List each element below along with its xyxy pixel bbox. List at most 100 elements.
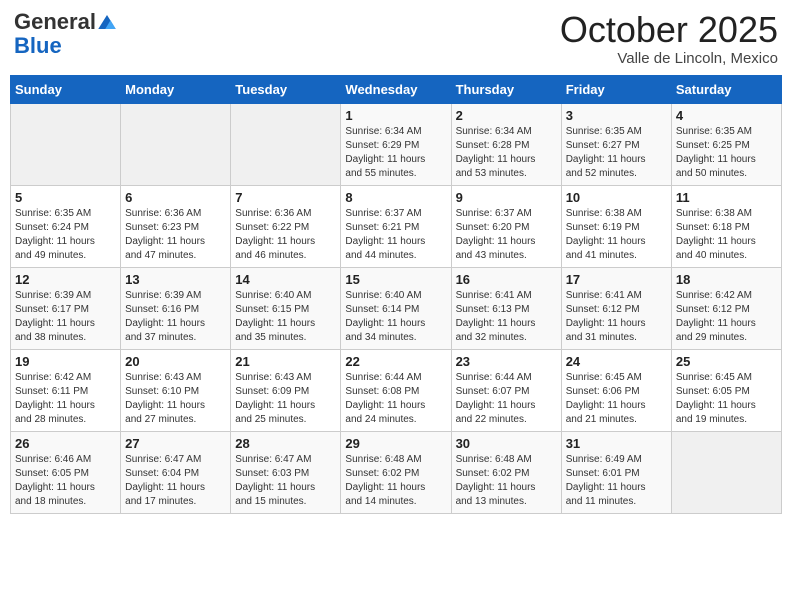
calendar-week-4: 19 Sunrise: 6:42 AM Sunset: 6:11 PM Dayli… (11, 349, 782, 431)
calendar-cell: 23 Sunrise: 6:44 AM Sunset: 6:07 PM Dayli… (451, 349, 561, 431)
calendar-cell: 30 Sunrise: 6:48 AM Sunset: 6:02 PM Dayli… (451, 431, 561, 513)
day-number: 5 (15, 190, 116, 205)
logo-blue: Blue (14, 34, 116, 58)
day-number: 20 (125, 354, 226, 369)
header-cell-tuesday: Tuesday (231, 75, 341, 103)
calendar-cell: 3Sunrise: 6:35 AM Sunset: 6:27 PM Daylig… (561, 103, 671, 185)
day-number: 19 (15, 354, 116, 369)
day-info: Sunrise: 6:40 AM Sunset: 6:14 PM Dayligh… (345, 289, 446, 345)
day-number: 16 (456, 272, 557, 287)
calendar-table: SundayMondayTuesdayWednesdayThursdayFrid… (10, 75, 782, 514)
day-number: 7 (235, 190, 336, 205)
day-number: 4 (676, 108, 777, 123)
day-number: 3 (566, 108, 667, 123)
day-number: 25 (676, 354, 777, 369)
calendar-cell: 25Sunrise: 6:45 AM Sunset: 6:05 PM Dayli… (671, 349, 781, 431)
page-header: General Blue October 2025 Valle de Linco… (10, 10, 782, 67)
calendar-cell: 5 Sunrise: 6:35 AM Sunset: 6:24 PM Daylig… (11, 185, 121, 267)
calendar-cell (11, 103, 121, 185)
day-info: Sunrise: 6:48 AM Sunset: 6:02 PM Dayligh… (456, 453, 557, 509)
day-info: Sunrise: 6:34 AM Sunset: 6:28 PM Dayligh… (456, 125, 557, 181)
day-number: 1 (345, 108, 446, 123)
day-number: 6 (125, 190, 226, 205)
day-info: Sunrise: 6:37 AM Sunset: 6:21 PM Dayligh… (345, 207, 446, 263)
day-info: Sunrise: 6:40 AM Sunset: 6:15 PM Dayligh… (235, 289, 336, 345)
calendar-cell: 15 Sunrise: 6:40 AM Sunset: 6:14 PM Dayli… (341, 267, 451, 349)
calendar-cell: 21Sunrise: 6:43 AM Sunset: 6:09 PM Dayli… (231, 349, 341, 431)
day-number: 26 (15, 436, 116, 451)
calendar-cell: 20 Sunrise: 6:43 AM Sunset: 6:10 PM Dayli… (121, 349, 231, 431)
calendar-cell: 4 Sunrise: 6:35 AM Sunset: 6:25 PM Daylig… (671, 103, 781, 185)
calendar-cell: 31 Sunrise: 6:49 AM Sunset: 6:01 PM Dayli… (561, 431, 671, 513)
logo: General Blue (14, 10, 116, 58)
day-info: Sunrise: 6:46 AM Sunset: 6:05 PM Dayligh… (15, 453, 116, 509)
day-number: 12 (15, 272, 116, 287)
day-number: 28 (235, 436, 336, 451)
day-info: Sunrise: 6:49 AM Sunset: 6:01 PM Dayligh… (566, 453, 667, 509)
calendar-cell: 11Sunrise: 6:38 AM Sunset: 6:18 PM Dayli… (671, 185, 781, 267)
calendar-cell: 1Sunrise: 6:34 AM Sunset: 6:29 PM Daylig… (341, 103, 451, 185)
day-info: Sunrise: 6:36 AM Sunset: 6:23 PM Dayligh… (125, 207, 226, 263)
day-number: 27 (125, 436, 226, 451)
day-info: Sunrise: 6:36 AM Sunset: 6:22 PM Dayligh… (235, 207, 336, 263)
calendar-cell: 16 Sunrise: 6:41 AM Sunset: 6:13 PM Dayli… (451, 267, 561, 349)
location: Valle de Lincoln, Mexico (560, 50, 778, 67)
day-info: Sunrise: 6:47 AM Sunset: 6:04 PM Dayligh… (125, 453, 226, 509)
day-number: 22 (345, 354, 446, 369)
day-number: 17 (566, 272, 667, 287)
header-cell-wednesday: Wednesday (341, 75, 451, 103)
calendar-week-3: 12Sunrise: 6:39 AM Sunset: 6:17 PM Dayli… (11, 267, 782, 349)
day-info: Sunrise: 6:38 AM Sunset: 6:19 PM Dayligh… (566, 207, 667, 263)
calendar-cell (121, 103, 231, 185)
day-info: Sunrise: 6:37 AM Sunset: 6:20 PM Dayligh… (456, 207, 557, 263)
header-cell-saturday: Saturday (671, 75, 781, 103)
day-info: Sunrise: 6:44 AM Sunset: 6:08 PM Dayligh… (345, 371, 446, 427)
calendar-cell: 10 Sunrise: 6:38 AM Sunset: 6:19 PM Dayli… (561, 185, 671, 267)
calendar-cell: 8 Sunrise: 6:37 AM Sunset: 6:21 PM Daylig… (341, 185, 451, 267)
calendar-cell (671, 431, 781, 513)
day-info: Sunrise: 6:42 AM Sunset: 6:12 PM Dayligh… (676, 289, 777, 345)
day-number: 30 (456, 436, 557, 451)
title-block: October 2025 Valle de Lincoln, Mexico (560, 10, 778, 67)
day-number: 10 (566, 190, 667, 205)
calendar-cell: 14 Sunrise: 6:40 AM Sunset: 6:15 PM Dayli… (231, 267, 341, 349)
calendar-cell: 29Sunrise: 6:48 AM Sunset: 6:02 PM Dayli… (341, 431, 451, 513)
calendar-cell: 27 Sunrise: 6:47 AM Sunset: 6:04 PM Dayli… (121, 431, 231, 513)
day-number: 13 (125, 272, 226, 287)
calendar-cell: 17 Sunrise: 6:41 AM Sunset: 6:12 PM Dayli… (561, 267, 671, 349)
day-number: 15 (345, 272, 446, 287)
day-info: Sunrise: 6:41 AM Sunset: 6:13 PM Dayligh… (456, 289, 557, 345)
day-info: Sunrise: 6:35 AM Sunset: 6:25 PM Dayligh… (676, 125, 777, 181)
calendar-body: 1Sunrise: 6:34 AM Sunset: 6:29 PM Daylig… (11, 103, 782, 513)
day-number: 8 (345, 190, 446, 205)
calendar-cell: 24Sunrise: 6:45 AM Sunset: 6:06 PM Dayli… (561, 349, 671, 431)
calendar-cell: 12Sunrise: 6:39 AM Sunset: 6:17 PM Dayli… (11, 267, 121, 349)
day-info: Sunrise: 6:38 AM Sunset: 6:18 PM Dayligh… (676, 207, 777, 263)
calendar-cell: 18 Sunrise: 6:42 AM Sunset: 6:12 PM Dayli… (671, 267, 781, 349)
header-cell-monday: Monday (121, 75, 231, 103)
day-info: Sunrise: 6:39 AM Sunset: 6:16 PM Dayligh… (125, 289, 226, 345)
day-info: Sunrise: 6:43 AM Sunset: 6:10 PM Dayligh… (125, 371, 226, 427)
calendar-cell: 28Sunrise: 6:47 AM Sunset: 6:03 PM Dayli… (231, 431, 341, 513)
day-info: Sunrise: 6:42 AM Sunset: 6:11 PM Dayligh… (15, 371, 116, 427)
month-title: October 2025 (560, 10, 778, 50)
day-number: 31 (566, 436, 667, 451)
day-number: 2 (456, 108, 557, 123)
header-cell-thursday: Thursday (451, 75, 561, 103)
day-number: 14 (235, 272, 336, 287)
day-info: Sunrise: 6:48 AM Sunset: 6:02 PM Dayligh… (345, 453, 446, 509)
day-number: 18 (676, 272, 777, 287)
logo-icon (98, 15, 116, 29)
day-number: 21 (235, 354, 336, 369)
calendar-cell (231, 103, 341, 185)
day-info: Sunrise: 6:44 AM Sunset: 6:07 PM Dayligh… (456, 371, 557, 427)
day-info: Sunrise: 6:35 AM Sunset: 6:24 PM Dayligh… (15, 207, 116, 263)
logo-general: General (14, 10, 96, 34)
day-info: Sunrise: 6:41 AM Sunset: 6:12 PM Dayligh… (566, 289, 667, 345)
calendar-cell: 22 Sunrise: 6:44 AM Sunset: 6:08 PM Dayli… (341, 349, 451, 431)
day-number: 23 (456, 354, 557, 369)
calendar-cell: 26 Sunrise: 6:46 AM Sunset: 6:05 PM Dayli… (11, 431, 121, 513)
header-cell-friday: Friday (561, 75, 671, 103)
calendar-cell: 9Sunrise: 6:37 AM Sunset: 6:20 PM Daylig… (451, 185, 561, 267)
calendar-cell: 13 Sunrise: 6:39 AM Sunset: 6:16 PM Dayli… (121, 267, 231, 349)
